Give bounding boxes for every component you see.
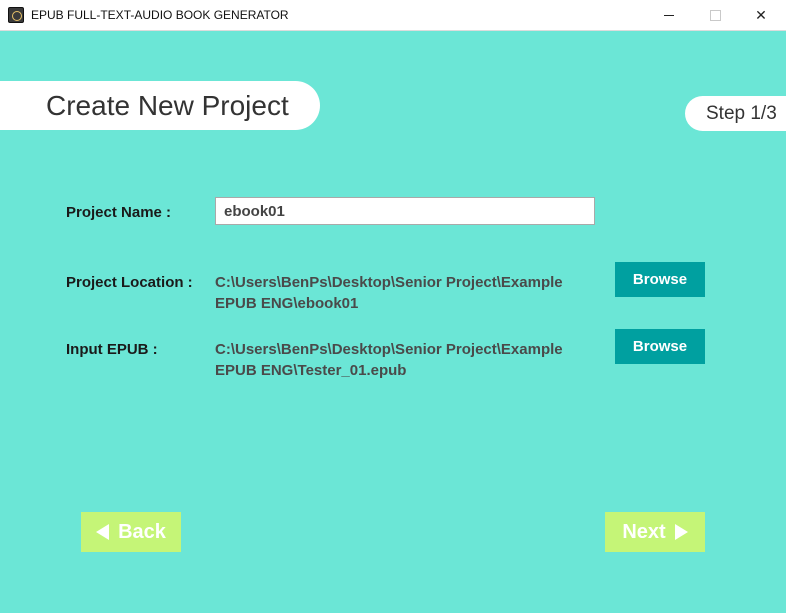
title-bar: EPUB FULL-TEXT-AUDIO BOOK GENERATOR ✕ bbox=[0, 0, 786, 31]
close-button[interactable]: ✕ bbox=[738, 0, 784, 30]
maximize-button[interactable] bbox=[692, 0, 738, 30]
browse-epub-button[interactable]: Browse bbox=[615, 329, 705, 364]
minimize-button[interactable] bbox=[646, 0, 692, 30]
project-name-label: Project Name : bbox=[66, 204, 172, 221]
page-title: Create New Project bbox=[46, 90, 289, 121]
minimize-icon bbox=[664, 14, 674, 16]
step-indicator: Step 1/3 bbox=[685, 96, 786, 131]
maximize-icon bbox=[709, 9, 721, 21]
project-location-label: Project Location : bbox=[66, 274, 193, 291]
project-name-input[interactable] bbox=[215, 197, 595, 225]
browse-location-button[interactable]: Browse bbox=[615, 262, 705, 297]
window-title: EPUB FULL-TEXT-AUDIO BOOK GENERATOR bbox=[31, 8, 289, 22]
page-header: Create New Project bbox=[0, 81, 320, 130]
app-logo-icon bbox=[8, 7, 24, 23]
back-button[interactable]: Back bbox=[81, 512, 181, 552]
step-label: Step 1/3 bbox=[706, 103, 777, 124]
project-location-path: C:\Users\BenPs\Desktop\Senior Project\Ex… bbox=[215, 274, 563, 312]
input-epub-path: C:\Users\BenPs\Desktop\Senior Project\Ex… bbox=[215, 341, 563, 379]
back-label: Back bbox=[118, 520, 166, 543]
next-arrow-icon bbox=[674, 524, 688, 540]
next-button[interactable]: Next bbox=[605, 512, 705, 552]
input-epub-label: Input EPUB : bbox=[66, 341, 158, 358]
next-label: Next bbox=[622, 520, 666, 543]
back-arrow-icon bbox=[96, 524, 110, 540]
close-icon: ✕ bbox=[755, 6, 767, 23]
